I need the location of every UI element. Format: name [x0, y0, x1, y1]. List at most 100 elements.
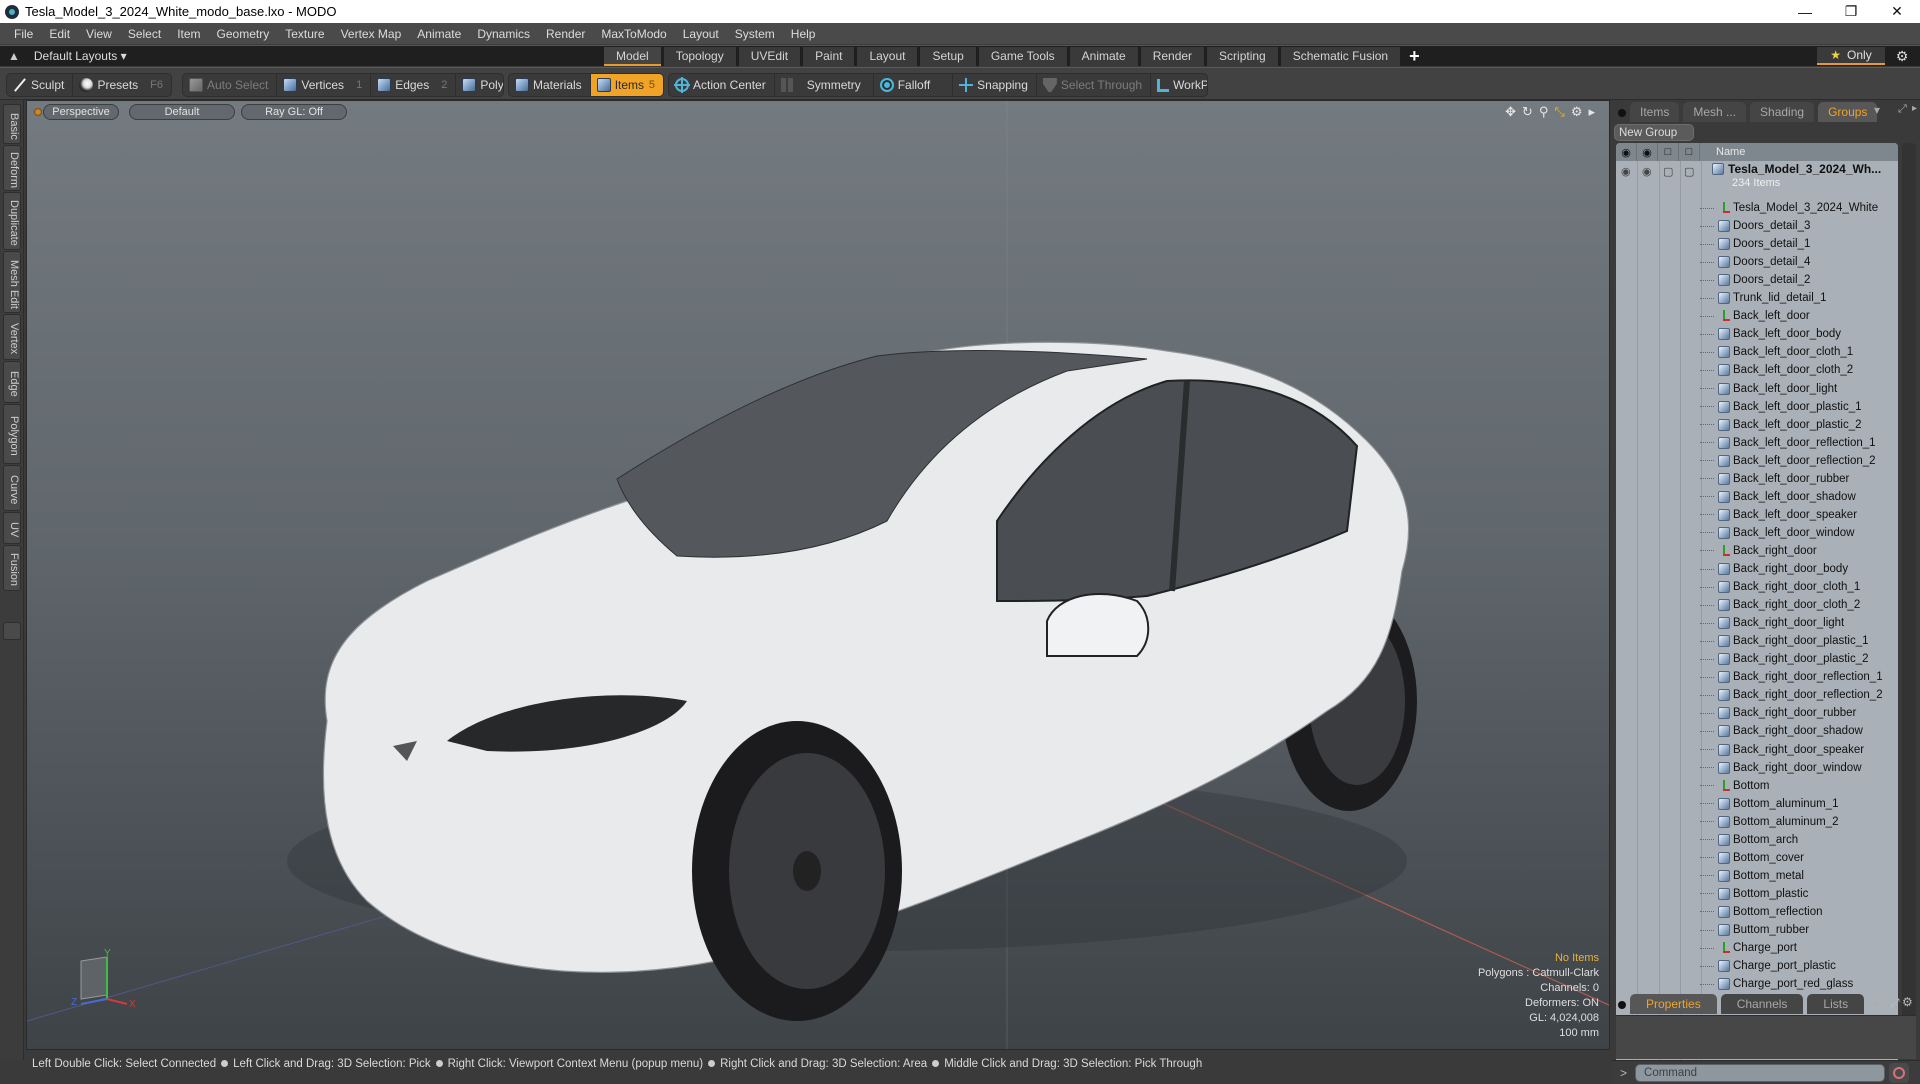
menu-select[interactable]: Select: [120, 27, 169, 41]
group-item-row[interactable]: Back_left_door_plastic_1: [1700, 398, 1862, 416]
left-tab-duplicate[interactable]: Duplicate: [3, 192, 21, 250]
menu-texture[interactable]: Texture: [277, 27, 332, 41]
sculpt-button[interactable]: Sculpt: [7, 74, 74, 96]
group-item-row[interactable]: Back_left_door_reflection_1: [1700, 434, 1876, 452]
root-visibility-toggle[interactable]: ◉: [1621, 165, 1631, 178]
group-item-row[interactable]: Doors_detail_1: [1700, 235, 1810, 253]
gear-icon[interactable]: ⚙: [1892, 47, 1912, 65]
minimize-button[interactable]: —: [1782, 0, 1828, 23]
layout-tab-animate[interactable]: Animate: [1069, 47, 1138, 66]
group-item-row[interactable]: Back_left_door_plastic_2: [1700, 416, 1862, 434]
left-tab-polygon[interactable]: Polygon: [3, 404, 21, 464]
group-item-row[interactable]: Back_left_door_rubber: [1700, 470, 1849, 488]
left-tab-deform[interactable]: Deform: [3, 145, 21, 191]
group-item-row[interactable]: Back_left_door_window: [1700, 524, 1854, 542]
layout-tab-paint[interactable]: Paint: [803, 47, 855, 66]
group-item-row[interactable]: Buttom_rubber: [1700, 921, 1809, 939]
properties-tab-channels[interactable]: Channels: [1720, 994, 1804, 1014]
group-item-row[interactable]: Back_left_door_speaker: [1700, 506, 1857, 524]
default-layouts-dropdown[interactable]: ▲ Default Layouts ▾: [8, 46, 127, 66]
auto-select-button[interactable]: Auto Select: [183, 74, 278, 96]
vertices-button[interactable]: Vertices 1: [277, 74, 372, 96]
group-item-row[interactable]: Back_right_door_reflection_1: [1700, 668, 1883, 686]
panel-arrow-icon[interactable]: ▸: [1912, 103, 1917, 114]
properties-gear-icon[interactable]: ⚙: [1902, 995, 1913, 1009]
group-item-row[interactable]: Bottom_plastic: [1700, 885, 1808, 903]
group-item-row[interactable]: Bottom_metal: [1700, 867, 1804, 885]
root-lock-toggle[interactable]: ▢: [1663, 165, 1673, 178]
menu-dynamics[interactable]: Dynamics: [469, 27, 538, 41]
left-tab-fusion[interactable]: Fusion: [3, 545, 21, 591]
layout-tab-scripting[interactable]: Scripting: [1207, 47, 1278, 66]
left-tab-extra[interactable]: [3, 622, 21, 640]
group-item-row[interactable]: Back_right_door_body: [1700, 560, 1848, 578]
group-item-row[interactable]: Back_right_door_light: [1700, 614, 1844, 632]
settings-icon[interactable]: ⚙: [1571, 104, 1583, 120]
menu-item[interactable]: Item: [169, 27, 208, 41]
restore-button[interactable]: ❐: [1828, 0, 1874, 23]
group-item-row[interactable]: Back_right_door_reflection_2: [1700, 686, 1883, 704]
new-group-button[interactable]: New Group: [1614, 124, 1694, 141]
menu-render[interactable]: Render: [538, 27, 593, 41]
left-tab-uv[interactable]: UV: [3, 512, 21, 544]
items-button[interactable]: Items 5: [590, 74, 663, 96]
lock-column-icon[interactable]: □: [1658, 143, 1679, 161]
layout-tab-render[interactable]: Render: [1140, 47, 1205, 66]
expand-panel-icon[interactable]: ⤢: [1898, 103, 1907, 116]
group-item-row[interactable]: Doors_detail_2: [1700, 271, 1810, 289]
menu-edit[interactable]: Edit: [41, 27, 78, 41]
group-root-row[interactable]: Tesla_Model_3_2024_Wh... 234 Items: [1700, 161, 1881, 189]
tab-dropdown-icon[interactable]: ▾: [1874, 103, 1880, 117]
menu-animate[interactable]: Animate: [409, 27, 469, 41]
left-tab-edge[interactable]: Edge: [3, 361, 21, 403]
rotate-icon[interactable]: ↻: [1522, 104, 1533, 120]
visibility-column-icon[interactable]: ◉: [1616, 143, 1637, 161]
group-item-row[interactable]: Charge_port_plastic: [1700, 957, 1836, 975]
polygons-button[interactable]: Polygons: [456, 74, 503, 96]
left-tab-curve[interactable]: Curve: [3, 465, 21, 511]
group-item-row[interactable]: Trunk_lid_detail_1: [1700, 289, 1827, 307]
left-tab-vertex[interactable]: Vertex: [3, 314, 21, 360]
raygl-button[interactable]: Ray GL: Off: [241, 104, 347, 120]
properties-expand-icon[interactable]: ⤢: [1890, 996, 1900, 1011]
layout-tab-model[interactable]: Model: [604, 47, 661, 66]
3d-viewport[interactable]: Perspective Default Ray GL: Off ✥ ↻ ⚲ ⤡ …: [26, 100, 1610, 1050]
close-button[interactable]: ✕: [1874, 0, 1920, 23]
menu-vertex-map[interactable]: Vertex Map: [333, 27, 410, 41]
properties-options-dot[interactable]: [1618, 1001, 1626, 1009]
shading-mode-button[interactable]: Default: [129, 104, 235, 120]
group-item-row[interactable]: Back_left_door_light: [1700, 380, 1837, 398]
panel-tab-shading[interactable]: Shading: [1750, 102, 1815, 122]
menu-geometry[interactable]: Geometry: [209, 27, 278, 41]
command-input[interactable]: Command: [1635, 1063, 1886, 1082]
group-item-row[interactable]: Back_left_door: [1700, 307, 1810, 325]
left-tab-basic[interactable]: Basic: [3, 104, 21, 144]
render-column-icon[interactable]: ◉: [1637, 143, 1658, 161]
root-render-toggle[interactable]: ◉: [1642, 165, 1652, 178]
group-item-row[interactable]: Doors_detail_3: [1700, 217, 1810, 235]
layout-tab-schematic-fusion[interactable]: Schematic Fusion: [1280, 47, 1401, 66]
group-item-row[interactable]: Back_right_door_cloth_1: [1700, 578, 1860, 596]
panel-tab-items[interactable]: Items: [1630, 102, 1680, 122]
group-item-row[interactable]: Back_right_door_plastic_2: [1700, 650, 1869, 668]
menu-file[interactable]: File: [6, 27, 41, 41]
pan-icon[interactable]: ✥: [1505, 104, 1516, 120]
group-item-row[interactable]: Charge_port_red_glass: [1700, 975, 1853, 993]
panel-tab-groups[interactable]: Groups: [1818, 102, 1878, 122]
panel-options-dot[interactable]: [1618, 109, 1626, 117]
action-center-button[interactable]: Action Center: [669, 74, 775, 96]
symmetry-button[interactable]: Symmetry: [775, 74, 874, 96]
menu-layout[interactable]: Layout: [675, 27, 727, 41]
left-tab-mesh-edit[interactable]: Mesh Edit: [3, 251, 21, 313]
group-item-row[interactable]: Back_right_door: [1700, 542, 1817, 560]
snapping-button[interactable]: Snapping: [953, 74, 1037, 96]
panel-tab-mesh[interactable]: Mesh ...: [1683, 102, 1747, 122]
group-item-row[interactable]: Bottom_aluminum_1: [1700, 795, 1838, 813]
group-item-row[interactable]: Back_right_door_plastic_1: [1700, 632, 1869, 650]
select-through-button[interactable]: Select Through: [1037, 74, 1152, 96]
menu-view[interactable]: View: [78, 27, 120, 41]
view-mode-button[interactable]: Perspective: [43, 104, 119, 120]
layout-tab-topology[interactable]: Topology: [663, 47, 736, 66]
menu-maxtomodo[interactable]: MaxToModo: [593, 27, 674, 41]
properties-tab-properties[interactable]: Properties: [1630, 994, 1717, 1014]
